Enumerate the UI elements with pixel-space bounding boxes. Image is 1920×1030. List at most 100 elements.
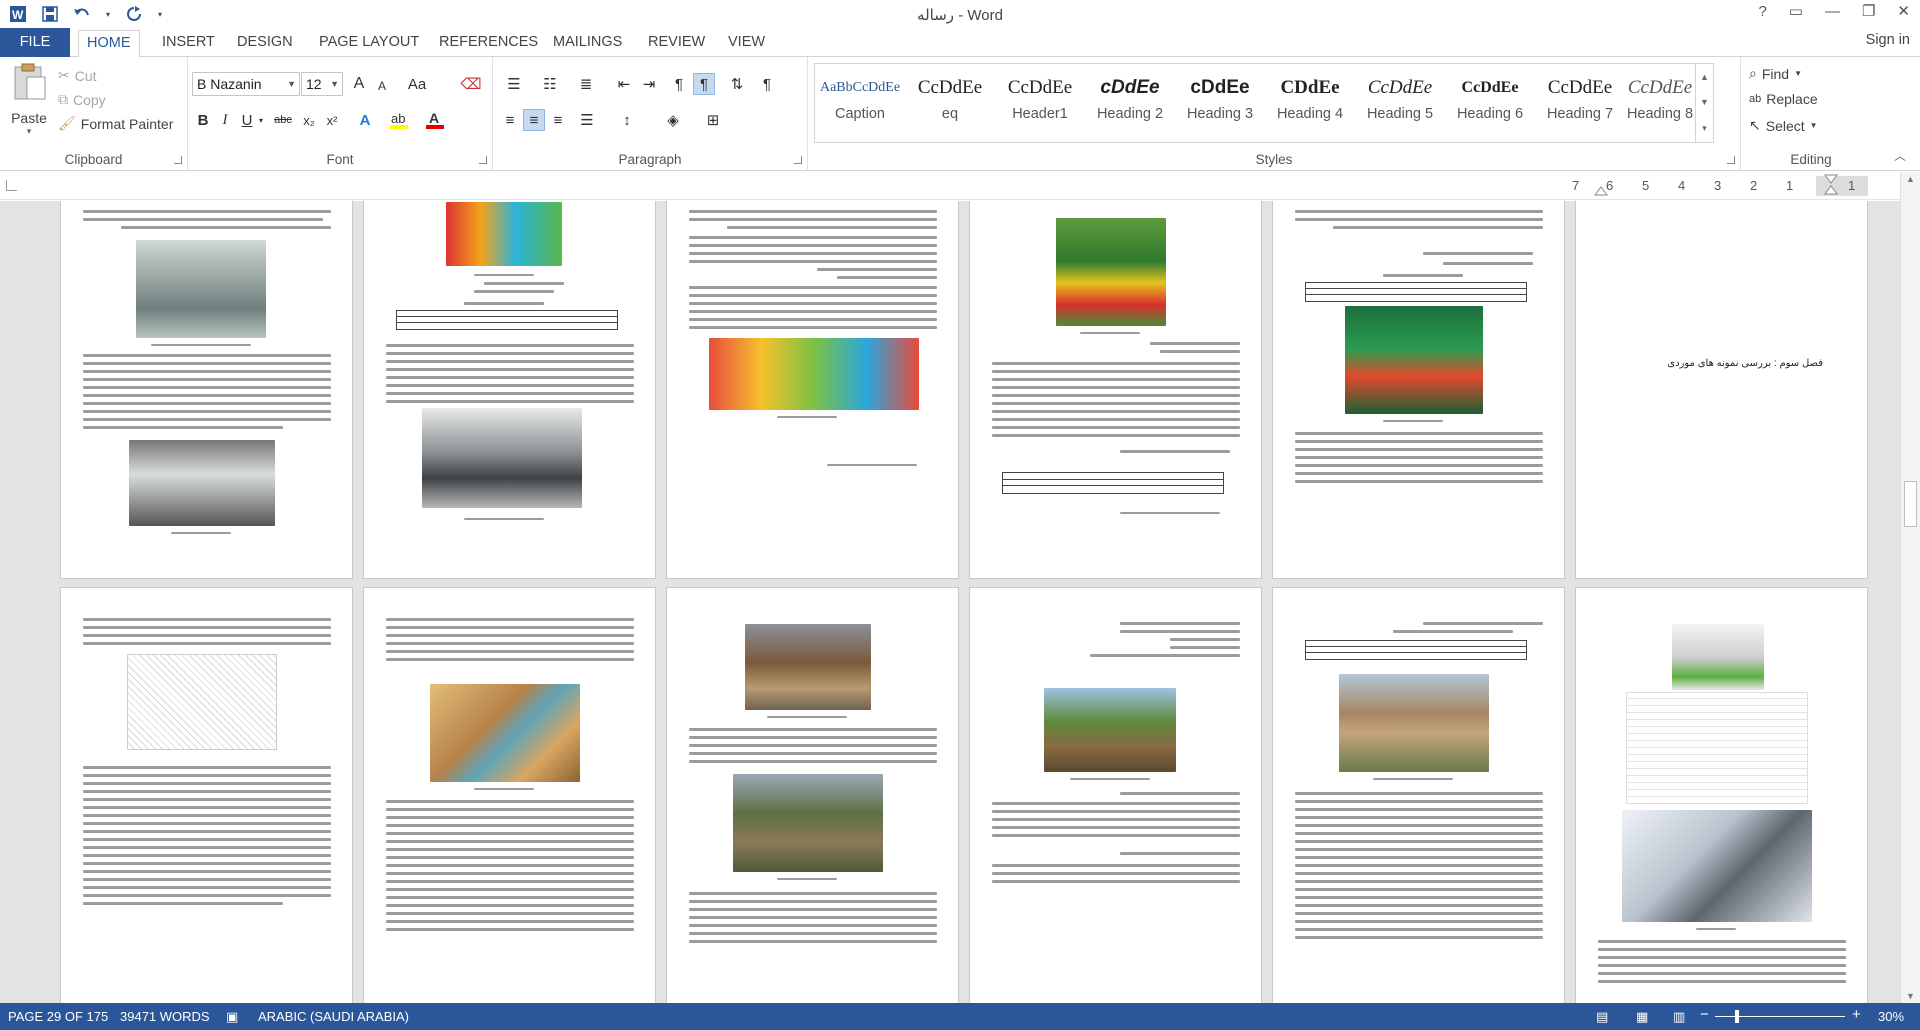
tab-home[interactable]: HOME — [78, 30, 140, 58]
strikethrough-button[interactable]: abc — [270, 109, 296, 131]
help-icon[interactable]: ? — [1758, 3, 1766, 20]
style-heading-7[interactable]: CcDdEe Heading 7 — [1535, 70, 1625, 136]
underline-button[interactable]: U — [236, 109, 258, 131]
borders-icon[interactable]: ⊞ — [699, 109, 727, 131]
style-header1[interactable]: CcDdEe Header1 — [995, 70, 1085, 136]
scroll-up-icon[interactable]: ▲ — [1906, 174, 1915, 184]
right-to-left-icon[interactable]: ¶ — [693, 73, 715, 95]
tab-mailings[interactable]: MAILINGS — [545, 30, 630, 57]
change-case-icon[interactable]: Aa — [402, 73, 432, 95]
minimize-icon[interactable]: — — [1825, 3, 1840, 20]
gallery-down-icon[interactable]: ▼ — [1700, 97, 1709, 107]
highlight-color-icon[interactable]: ab — [388, 109, 410, 131]
gallery-up-icon[interactable]: ▲ — [1700, 72, 1709, 82]
page-thumbnail[interactable] — [666, 587, 959, 1003]
proofing-icon[interactable]: ▣ — [226, 1009, 238, 1025]
page-thumbnail[interactable]: فصل سوم : بررسی نمونه های موردی — [1575, 201, 1868, 579]
page-thumbnail[interactable] — [1272, 587, 1565, 1003]
style-heading-8[interactable]: CcDdEe Heading 8 — [1615, 70, 1705, 136]
page-thumbnail[interactable] — [363, 587, 656, 1003]
maximize-icon[interactable]: ❐ — [1862, 2, 1875, 20]
decrease-indent-icon[interactable]: ⇤ — [613, 73, 635, 95]
find-button[interactable]: ⌕ Find ▼ — [1749, 65, 1802, 82]
word-count[interactable]: 39471 WORDS — [120, 1009, 210, 1024]
zoom-in-icon[interactable]: + — [1852, 1006, 1861, 1023]
underline-dropdown-icon[interactable]: ▾ — [256, 109, 266, 131]
right-indent-marker-icon[interactable] — [1824, 174, 1838, 196]
style-heading-3[interactable]: cDdEe Heading 3 — [1175, 70, 1265, 136]
left-to-right-icon[interactable]: ¶ — [668, 73, 690, 95]
paragraph-dialog-launcher[interactable] — [794, 156, 802, 164]
page-thumbnail[interactable] — [1575, 587, 1868, 1003]
close-icon[interactable]: ✕ — [1897, 2, 1910, 20]
align-right-icon[interactable]: ≡ — [547, 109, 569, 131]
page-thumbnail[interactable] — [60, 587, 353, 1003]
sign-in-link[interactable]: Sign in — [1866, 32, 1910, 48]
font-name-combo[interactable]: B Nazanin ▼ — [192, 72, 300, 96]
text-effects-icon[interactable]: A — [354, 109, 376, 131]
align-center-icon[interactable]: ≡ — [523, 109, 545, 131]
font-size-combo[interactable]: 12 ▼ — [301, 72, 343, 96]
sort-icon[interactable]: ⇅ — [726, 73, 748, 95]
copy-button[interactable]: ⧉ Copy — [58, 91, 106, 108]
document-area[interactable]: فصل سوم : بررسی نمونه های موردی — [0, 201, 1900, 1003]
grow-font-icon[interactable]: A — [348, 73, 370, 95]
clear-formatting-icon[interactable]: ⌫ — [460, 73, 482, 95]
language-indicator[interactable]: ARABIC (SAUDI ARABIA) — [258, 1009, 409, 1024]
style-heading-5[interactable]: CcDdEe Heading 5 — [1355, 70, 1445, 136]
italic-button[interactable]: I — [214, 109, 236, 131]
tab-page-layout[interactable]: PAGE LAYOUT — [311, 30, 427, 57]
bold-button[interactable]: B — [192, 109, 214, 131]
web-layout-icon[interactable]: ▥ — [1673, 1009, 1685, 1025]
font-color-icon[interactable]: A — [424, 109, 446, 131]
tab-selector-icon[interactable] — [6, 180, 17, 191]
show-formatting-marks-icon[interactable]: ¶ — [756, 73, 778, 95]
vertical-scrollbar[interactable]: ▲ ▼ — [1900, 172, 1920, 1003]
page-thumbnail[interactable] — [60, 201, 353, 579]
style-heading-2[interactable]: cDdEe Heading 2 — [1085, 70, 1175, 136]
increase-indent-icon[interactable]: ⇥ — [638, 73, 660, 95]
format-painter-button[interactable]: 🖌 Format Painter — [58, 115, 173, 132]
numbering-icon[interactable]: ☷ — [535, 73, 565, 95]
paste-button[interactable]: Paste ▾ — [6, 63, 52, 147]
replace-button[interactable]: ab Replace — [1749, 91, 1818, 107]
cut-button[interactable]: ✂ Cut — [58, 67, 97, 84]
select-button[interactable]: ↖ Select ▼ — [1749, 117, 1818, 134]
align-left-icon[interactable]: ≡ — [499, 109, 521, 131]
multilevel-list-icon[interactable]: ≣ — [571, 73, 601, 95]
tab-file[interactable]: FILE — [0, 28, 70, 57]
style-heading-6[interactable]: CcDdEe Heading 6 — [1445, 70, 1535, 136]
scrollbar-thumb[interactable] — [1904, 481, 1917, 527]
bullets-icon[interactable]: ☰ — [499, 73, 529, 95]
gallery-more-icon[interactable]: ▾ — [1702, 123, 1707, 134]
line-spacing-icon[interactable]: ↕ — [613, 109, 641, 131]
zoom-level[interactable]: 30% — [1878, 1009, 1904, 1024]
tab-insert[interactable]: INSERT — [154, 30, 223, 57]
tab-design[interactable]: DESIGN — [229, 30, 301, 57]
zoom-out-icon[interactable]: − — [1700, 1006, 1709, 1023]
page-thumbnail[interactable] — [363, 201, 656, 579]
justify-icon[interactable]: ☰ — [573, 109, 601, 131]
page-thumbnail[interactable] — [666, 201, 959, 579]
read-mode-icon[interactable]: ▤ — [1596, 1009, 1608, 1025]
page-count[interactable]: PAGE 29 OF 175 — [8, 1009, 108, 1024]
page-thumbnail[interactable] — [969, 587, 1262, 1003]
collapse-ribbon-icon[interactable]: ︿ — [1894, 147, 1906, 164]
page-thumbnail[interactable] — [969, 201, 1262, 579]
styles-dialog-launcher[interactable] — [1727, 156, 1735, 164]
zoom-slider-thumb[interactable] — [1735, 1010, 1739, 1023]
style-eq[interactable]: CcDdEe eq — [905, 70, 995, 136]
tab-review[interactable]: REVIEW — [640, 30, 713, 57]
superscript-button[interactable]: x² — [321, 109, 343, 131]
clipboard-dialog-launcher[interactable] — [174, 156, 182, 164]
style-caption[interactable]: AaBbCcDdEe Caption — [815, 70, 905, 136]
tab-references[interactable]: REFERENCES — [431, 30, 546, 57]
shading-icon[interactable]: ◈ — [659, 109, 687, 131]
paste-dropdown-icon[interactable]: ▾ — [6, 126, 52, 137]
style-heading-4[interactable]: CDdEe Heading 4 — [1265, 70, 1355, 136]
shrink-font-icon[interactable]: A — [371, 75, 393, 97]
print-layout-icon[interactable]: ▦ — [1636, 1009, 1648, 1025]
indent-marker-icon[interactable] — [1594, 176, 1608, 196]
tab-view[interactable]: VIEW — [720, 30, 773, 57]
scroll-down-icon[interactable]: ▼ — [1906, 991, 1915, 1001]
